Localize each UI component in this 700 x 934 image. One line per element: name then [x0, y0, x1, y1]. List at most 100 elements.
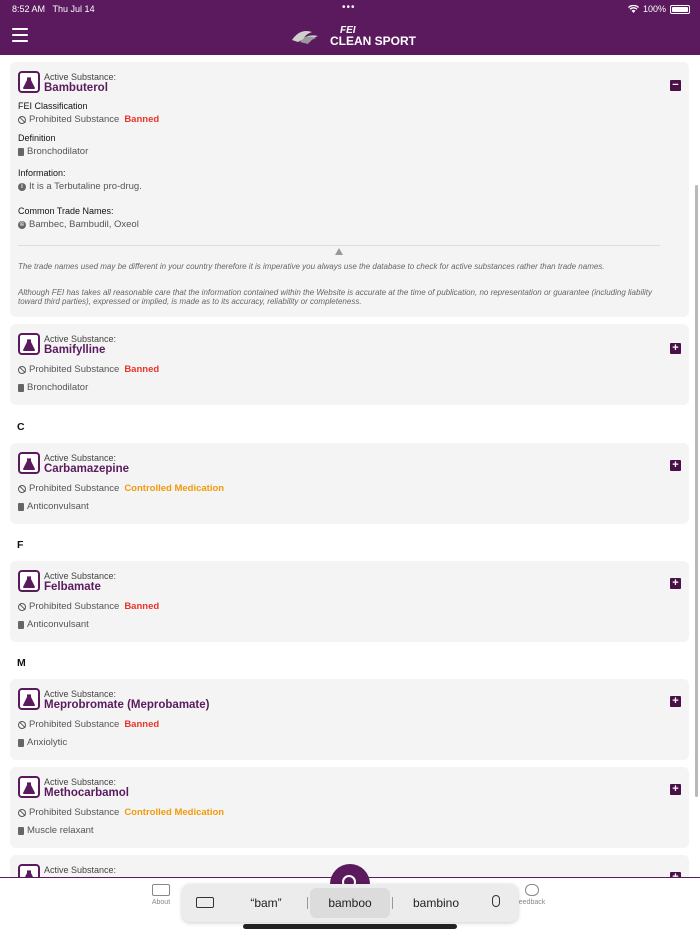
status-right: 100% [627, 4, 690, 14]
tab-about[interactable]: About [141, 884, 181, 906]
definition-row: Anticonvulsant [18, 619, 89, 630]
classification-title: FEI Classification [18, 101, 88, 111]
keyboard-icon[interactable] [196, 897, 214, 908]
home-indicator[interactable] [243, 924, 457, 929]
information-row: i It is a Terbutaline pro-drug. [18, 181, 142, 192]
section-header-f [0, 527, 700, 561]
substance-list[interactable]: Active Substance: Bambuterol − FEI Class… [0, 55, 700, 877]
microphone-icon[interactable] [492, 895, 500, 907]
section-letter: M [17, 657, 26, 669]
flask-icon [18, 570, 40, 592]
expand-button[interactable]: + [670, 696, 681, 707]
document-icon [18, 383, 24, 392]
flask-icon [18, 452, 40, 474]
section-letter: C [17, 421, 25, 433]
substance-label: Active Substance: [44, 571, 117, 581]
section-header-m [0, 645, 700, 679]
chat-bubble-icon [525, 884, 539, 896]
expand-button[interactable]: + [670, 784, 681, 795]
suggestion-separator [307, 897, 308, 909]
definition-title: Definition [18, 133, 56, 143]
substance-label: Active Substance: [44, 72, 117, 82]
horse-logo-icon [292, 31, 318, 44]
suggestion-bamboo[interactable]: bamboo [310, 888, 390, 918]
battery-percent: 100% [642, 4, 666, 14]
substance-label: Active Substance: [44, 777, 117, 787]
substance-name: Carbamazepine [44, 463, 130, 475]
substance-label: Active Substance: [44, 334, 117, 344]
substance-label: Active Substance: [44, 865, 117, 875]
book-icon [152, 884, 170, 896]
substance-name: Meprobromate (Meprobamate) [44, 699, 210, 711]
app-header: FEI CLEAN SPORT [0, 18, 700, 55]
information-title: Information: [18, 168, 66, 178]
prohibited-icon [18, 808, 26, 817]
classification-row: Prohibited Substance Banned [18, 601, 159, 612]
expand-button[interactable]: + [670, 578, 681, 589]
substance-card-carbamazepine[interactable]: Active Substance: Carbamazepine + Prohib… [10, 443, 689, 524]
trade-names-row: © Bambec, Bambudil, Oxeol [18, 219, 139, 230]
classification-row: Prohibited Substance Banned [18, 364, 159, 375]
liability-disclaimer: Although FEI has takes all reasonable ca… [18, 288, 652, 306]
status-bar: 8:52 AM Thu Jul 14 ••• 100% [0, 0, 700, 18]
flask-icon [18, 864, 40, 877]
trade-names-title: Common Trade Names: [18, 206, 114, 216]
substance-card-bamifylline[interactable]: Active Substance: Bamifylline + Prohibit… [10, 324, 689, 405]
flask-icon [18, 333, 40, 355]
trade-names-disclaimer: The trade names used may be different in… [18, 262, 605, 271]
definition-row: Anxiolytic [18, 737, 67, 748]
keyboard-suggestion-bar: “bam” bamboo bambino [182, 884, 518, 922]
substance-card-felbamate[interactable]: Active Substance: Felbamate + Prohibited… [10, 561, 689, 642]
multitasking-dots-icon[interactable]: ••• [342, 2, 356, 13]
document-icon [18, 147, 24, 156]
document-icon [18, 502, 24, 511]
copyright-icon: © [18, 220, 26, 229]
menu-icon[interactable] [12, 28, 28, 42]
substance-name: Methocarbamol [44, 787, 129, 799]
status-badge: Banned [124, 364, 160, 375]
prohibited-icon [18, 720, 26, 729]
suggestion-separator [392, 897, 393, 909]
definition-row: Muscle relaxant [18, 825, 94, 836]
flask-icon [18, 776, 40, 798]
collapse-button[interactable]: − [670, 80, 681, 91]
flask-icon [18, 71, 40, 93]
classification-row: Prohibited Substance Banned [18, 719, 159, 730]
substance-name: Bambuterol [44, 82, 108, 94]
prohibited-icon [18, 484, 26, 493]
section-letter: F [17, 539, 24, 551]
definition-row: Bronchodilator [18, 146, 88, 157]
substance-name: Bamifylline [44, 344, 106, 356]
info-icon: i [18, 182, 26, 191]
status-badge: Controlled Medication [124, 807, 225, 818]
substance-label: Active Substance: [44, 453, 117, 463]
flask-icon [18, 688, 40, 710]
fei-clean-sport-logo: FEI CLEAN SPORT [290, 25, 416, 47]
expand-button[interactable]: + [670, 460, 681, 471]
logo-title-text: CLEAN SPORT [330, 34, 417, 48]
suggestion-literal[interactable]: “bam” [226, 888, 306, 918]
status-badge: Banned [124, 601, 160, 612]
prohibited-icon [18, 365, 26, 374]
classification-row: Prohibited Substance Controlled Medicati… [18, 807, 224, 818]
substance-card-methocarbamol[interactable]: Active Substance: Methocarbamol + Prohib… [10, 767, 689, 848]
divider [18, 245, 660, 246]
classification-row: Prohibited Substance Banned [18, 114, 159, 125]
definition-row: Anticonvulsant [18, 501, 89, 512]
classification-row: Prohibited Substance Controlled Medicati… [18, 483, 224, 494]
substance-card-meprobromate[interactable]: Active Substance: Meprobromate (Meprobam… [10, 679, 689, 760]
suggestion-bambino[interactable]: bambino [396, 888, 476, 918]
scrollbar[interactable] [695, 185, 698, 797]
wifi-icon [627, 5, 639, 13]
status-badge: Controlled Medication [124, 483, 225, 494]
substance-name: Felbamate [44, 581, 101, 593]
document-icon [18, 826, 24, 835]
expand-button[interactable]: + [670, 343, 681, 354]
status-badge: Banned [124, 719, 160, 730]
battery-icon [670, 4, 690, 14]
tab-feedback[interactable]: eedback [512, 884, 552, 906]
substance-card-bambuterol[interactable]: Active Substance: Bambuterol − FEI Class… [10, 62, 689, 317]
prohibited-icon [18, 602, 26, 611]
status-time: 8:52 AM Thu Jul 14 [12, 4, 95, 14]
document-icon [18, 620, 24, 629]
